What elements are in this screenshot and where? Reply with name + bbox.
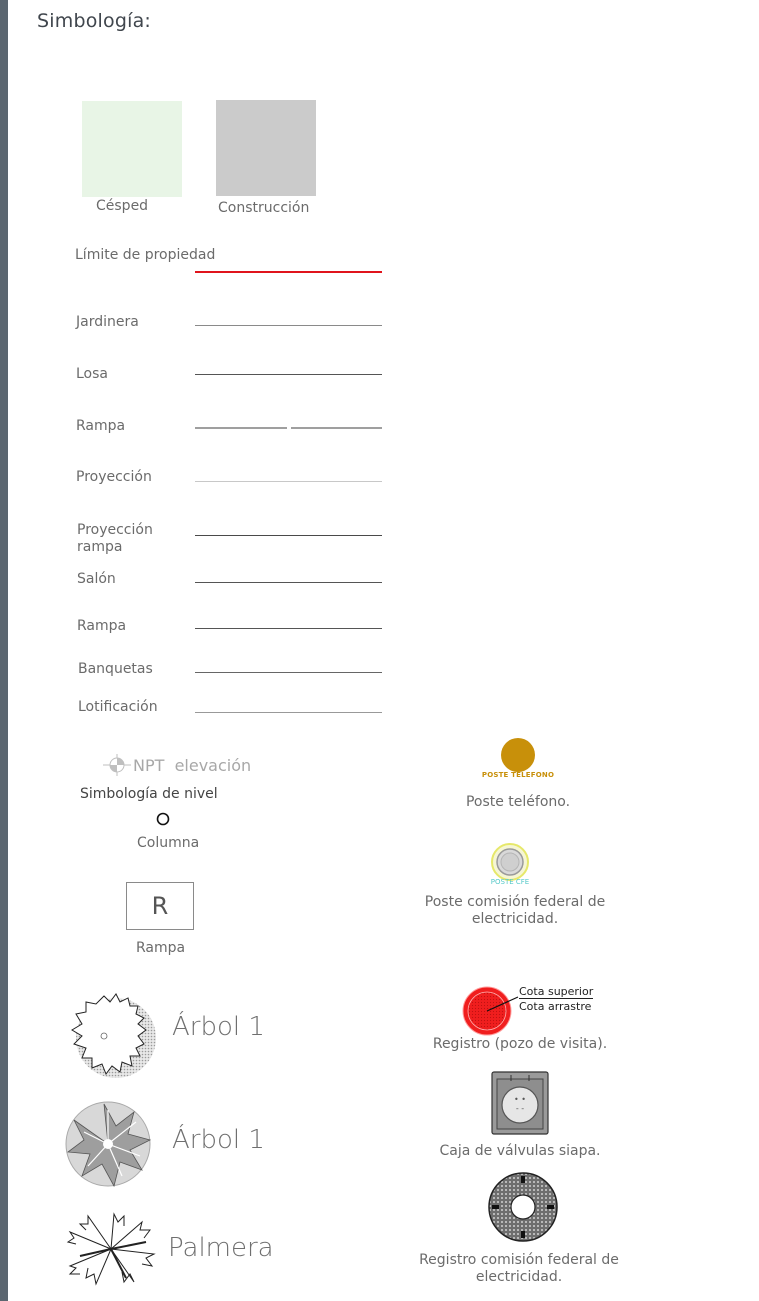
nivel-label: Simbología de nivel	[80, 786, 218, 802]
legend-line-proyeccion-rampa	[195, 535, 382, 536]
legend-label-proyeccion: Proyección	[76, 469, 152, 485]
arbol-1-icon	[71, 993, 156, 1078]
swatch-construccion-label: Construcción	[218, 200, 310, 216]
left-accent-bar	[0, 0, 8, 1301]
svg-text:• •: • •	[514, 1095, 526, 1104]
legend-line-lotificacion	[195, 712, 382, 713]
arbol-2-icon	[65, 1101, 152, 1188]
caja-valvulas-label: Caja de válvulas siapa.	[439, 1143, 601, 1159]
poste-telefono-icon	[501, 738, 535, 772]
registro-cota-arrastre: Cota arrastre	[519, 1000, 592, 1013]
legend-line-losa	[195, 374, 382, 375]
palmera-icon	[66, 1212, 156, 1286]
legend-label-lotificacion: Lotificación	[78, 699, 158, 715]
swatch-construccion	[216, 100, 316, 196]
arbol-1-label: Árbol 1	[172, 1012, 265, 1042]
swatch-cesped	[82, 101, 182, 197]
poste-cfe-label: Poste comisión federal de electricidad.	[424, 894, 606, 927]
registro-cota-superior: Cota superior	[519, 985, 594, 999]
legend-label-jardinera: Jardinera	[76, 314, 139, 330]
nivel-crosshair-icon	[103, 754, 131, 776]
legend-line-banquetas	[195, 672, 382, 673]
registro-pozo-icon	[462, 986, 519, 1036]
swatch-cesped-label: Césped	[96, 198, 149, 214]
legend-line-rampa-2	[195, 628, 382, 629]
columna-icon	[156, 812, 170, 826]
legend-label-salon: Salón	[77, 571, 116, 587]
legend-label-rampa-2: Rampa	[77, 618, 127, 634]
legend-line-salon	[195, 582, 382, 583]
legend-line-jardinera	[195, 325, 382, 326]
legend-label-rampa-1: Rampa	[76, 418, 126, 434]
poste-cfe-icon	[491, 843, 529, 881]
columna-label: Columna	[137, 835, 200, 851]
nivel-text: NPT elevación	[133, 756, 252, 775]
poste-cfe-tag: POSTE CFE	[490, 878, 530, 886]
page-title: Simbología:	[37, 10, 152, 32]
legend-line-limite	[195, 271, 382, 273]
registro-cfe-label: Registro comisión federal de electricida…	[419, 1252, 619, 1285]
legend-label-proyeccion-rampa: Proyección rampa	[77, 522, 153, 555]
poste-telefono-label: Poste teléfono.	[465, 794, 571, 810]
legend-line-rampa-1	[195, 427, 382, 429]
rampa-label: Rampa	[136, 940, 186, 956]
svg-text:- -: - -	[516, 1104, 524, 1113]
palmera-label: Palmera	[168, 1233, 274, 1263]
arbol-2-label: Árbol 1	[172, 1125, 265, 1155]
registro-pozo-label: Registro (pozo de visita).	[432, 1036, 608, 1052]
poste-telefono-tag: POSTE TELEFONO	[481, 771, 555, 779]
registro-cfe-icon	[488, 1172, 558, 1242]
rampa-letter: R	[151, 892, 169, 920]
legend-line-proyeccion	[195, 481, 382, 482]
legend-label-losa: Losa	[76, 366, 108, 382]
caja-valvulas-icon: • • - -	[491, 1071, 549, 1135]
rampa-box-icon: R	[126, 882, 194, 930]
legend-label-limite: Límite de propiedad	[75, 247, 216, 263]
legend-label-banquetas: Banquetas	[78, 661, 153, 677]
